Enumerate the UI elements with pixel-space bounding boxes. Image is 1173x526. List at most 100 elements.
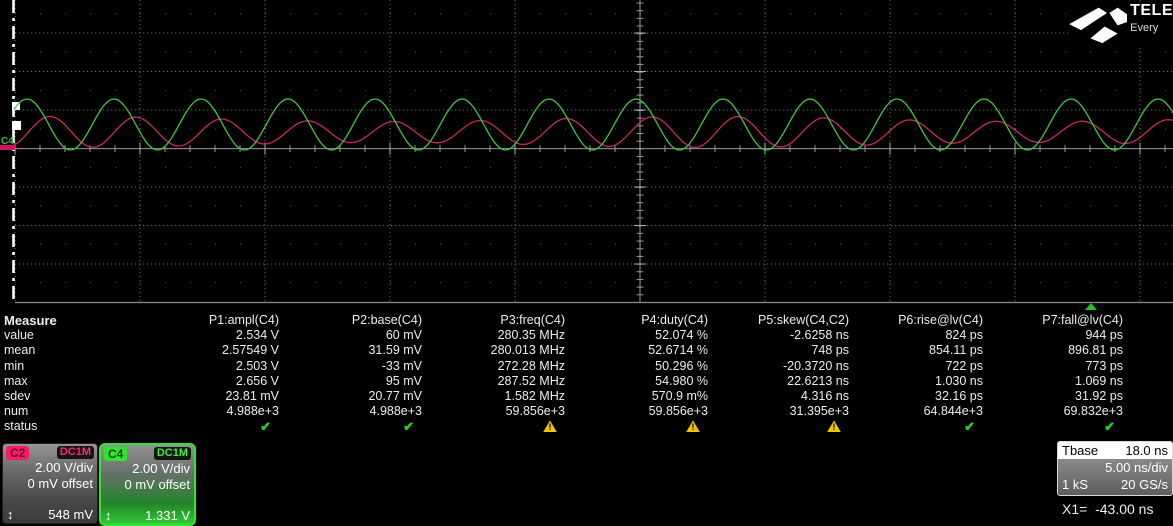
- offset-marker-icon: ↕: [7, 508, 14, 522]
- waveform-c2: [14, 117, 1173, 148]
- measure-value-p1: 2.534 V: [118, 328, 281, 343]
- measure-num-p7: 69.832e+3: [985, 404, 1125, 419]
- status-pass-icon: ✔: [964, 419, 975, 434]
- measure-header-p2[interactable]: P2:base(C4): [281, 313, 424, 328]
- status-warning-icon: !: [827, 420, 841, 432]
- measure-value-p4: 52.074 %: [567, 328, 710, 343]
- measure-header-p4[interactable]: P4:duty(C4): [567, 313, 710, 328]
- measure-status-p7: ✔: [985, 419, 1125, 435]
- graticule: C4: [0, 0, 1173, 312]
- measure-row-label-mean: mean: [0, 343, 118, 358]
- cursor-x1-value: -43.00 ns: [1095, 501, 1153, 517]
- measure-max-p7: 1.069 ns: [985, 374, 1125, 389]
- status-pass-icon: ✔: [260, 419, 271, 434]
- teledyne-lecroy-logo: TELE Every: [1068, 2, 1173, 46]
- measure-sdev-p5: 4.316 ns: [710, 389, 851, 404]
- measure-min-p2: -33 mV: [281, 359, 424, 374]
- measure-value-p7: 944 ps: [985, 328, 1125, 343]
- measure-row-label-value: value: [0, 328, 118, 343]
- measure-min-p6: 722 ps: [851, 359, 985, 374]
- measure-mean-p5: 748 ps: [710, 343, 851, 358]
- measure-header-p6[interactable]: P6:rise@lv(C4): [851, 313, 985, 328]
- measure-status-p4: !: [567, 419, 710, 435]
- measure-status-p6: ✔: [851, 419, 985, 435]
- measure-min-p3: 272.28 MHz: [424, 359, 567, 374]
- measure-num-p1: 4.988e+3: [118, 404, 281, 419]
- measure-max-p2: 95 mV: [281, 374, 424, 389]
- measure-status-p3: !: [424, 419, 567, 435]
- measure-value-p2: 60 mV: [281, 328, 424, 343]
- measure-sdev-p6: 32.16 ps: [851, 389, 985, 404]
- measure-header-p3[interactable]: P3:freq(C4): [424, 313, 567, 328]
- cursor-x1-readout: X1= -43.00 ns: [1062, 501, 1153, 517]
- channel-scale-c2: 2.00 V/div: [3, 460, 97, 476]
- measure-mean-p4: 52.6714 %: [567, 343, 710, 358]
- status-pass-icon: ✔: [403, 419, 414, 434]
- measure-row-label-sdev: sdev: [0, 389, 118, 404]
- trigger-position-marker[interactable]: [1085, 303, 1097, 310]
- timebase-label: Tbase: [1062, 442, 1098, 459]
- measure-row-label-max: max: [0, 374, 118, 389]
- measure-status-p1: ✔: [118, 419, 281, 435]
- measure-num-p3: 59.856e+3: [424, 404, 567, 419]
- logo-text-line1: TELE: [1130, 2, 1173, 20]
- status-warning-icon: !: [686, 420, 700, 432]
- status-pass-icon: ✔: [1104, 419, 1115, 434]
- measure-header-p1[interactable]: P1:ampl(C4): [118, 313, 281, 328]
- measure-status-p2: ✔: [281, 419, 424, 435]
- measure-num-p2: 4.988e+3: [281, 404, 424, 419]
- measure-mean-p6: 854.11 ps: [851, 343, 985, 358]
- timebase-delay: 18.0 ns: [1125, 442, 1168, 459]
- measure-status-p5: !: [710, 419, 851, 435]
- measure-mean-p3: 280.013 MHz: [424, 343, 567, 358]
- measure-max-p3: 287.52 MHz: [424, 374, 567, 389]
- measure-mean-p2: 31.59 mV: [281, 343, 424, 358]
- cursor-x1-label: X1=: [1062, 501, 1087, 517]
- coupling-badge-c2: DC1M: [57, 446, 94, 459]
- measure-table-title: Measure: [0, 313, 118, 328]
- measure-value-p5: -2.6258 ns: [710, 328, 851, 343]
- oscilloscope-screen: C4 TELE Every MeasureP1:ampl(C4)P2:base(…: [0, 0, 1173, 526]
- waveform-display[interactable]: C4: [0, 0, 1173, 312]
- measure-sdev-p2: 20.77 mV: [281, 389, 424, 404]
- measure-sdev-p3: 1.582 MHz: [424, 389, 567, 404]
- channel-scale-c4: 2.00 V/div: [101, 461, 194, 477]
- measure-num-p6: 64.844e+3: [851, 404, 985, 419]
- measure-min-p7: 773 ps: [985, 359, 1125, 374]
- measure-num-p4: 59.856e+3: [567, 404, 710, 419]
- channel-descriptor-c4[interactable]: C4 DC1M 2.00 V/div 0 mV offset ↕ 1.331 V: [99, 443, 196, 526]
- measure-row-label-num: num: [0, 404, 118, 419]
- logo-text-line2: Every: [1130, 22, 1173, 34]
- measure-num-p5: 31.395e+3: [710, 404, 851, 419]
- timebase-rate: 20 GS/s: [1121, 476, 1168, 493]
- status-warning-icon: !: [543, 420, 557, 432]
- channel-offset-c2: 0 mV offset: [3, 476, 97, 492]
- measure-max-p6: 1.030 ns: [851, 374, 985, 389]
- timebase-descriptor[interactable]: Tbase 18.0 ns 5.00 ns/div 1 kS 20 GS/s: [1057, 441, 1173, 496]
- channel-offset-c4: 0 mV offset: [101, 477, 194, 493]
- measure-header-p5[interactable]: P5:skew(C4,C2): [710, 313, 851, 328]
- timebase-scale: 5.00 ns/div: [1058, 459, 1172, 476]
- channel-reading-c2: 548 mV: [48, 507, 93, 522]
- channel-reading-c4: 1.331 V: [145, 508, 190, 523]
- coupling-badge-c4: DC1M: [154, 447, 191, 460]
- measure-mean-p1: 2.57549 V: [118, 343, 281, 358]
- channel-badge-c2: C2: [6, 446, 29, 460]
- measure-min-p5: -20.3720 ns: [710, 359, 851, 374]
- measure-table: MeasureP1:ampl(C4)P2:base(C4)P3:freq(C4)…: [0, 313, 1173, 436]
- timebase-samples: 1 kS: [1062, 476, 1088, 493]
- measure-sdev-p7: 31.92 ps: [985, 389, 1125, 404]
- measure-value-p6: 824 ps: [851, 328, 985, 343]
- measure-sdev-p1: 23.81 mV: [118, 389, 281, 404]
- offset-marker-icon: ↕: [105, 509, 112, 523]
- cursor-intersect-marker-c2: [12, 121, 21, 130]
- measure-value-p3: 280.35 MHz: [424, 328, 567, 343]
- channel-descriptor-c2[interactable]: C2 DC1M 2.00 V/div 0 mV offset ↕ 548 mV: [2, 443, 98, 524]
- c4-zero-marker[interactable]: C4: [1, 136, 14, 147]
- measure-max-p1: 2.656 V: [118, 374, 281, 389]
- measure-header-p7[interactable]: P7:fall@lv(C4): [985, 313, 1125, 328]
- measure-max-p4: 54.980 %: [567, 374, 710, 389]
- measure-min-p4: 50.296 %: [567, 359, 710, 374]
- measure-row-label-status: status: [0, 419, 118, 435]
- teledyne-logo-icon: [1068, 2, 1127, 44]
